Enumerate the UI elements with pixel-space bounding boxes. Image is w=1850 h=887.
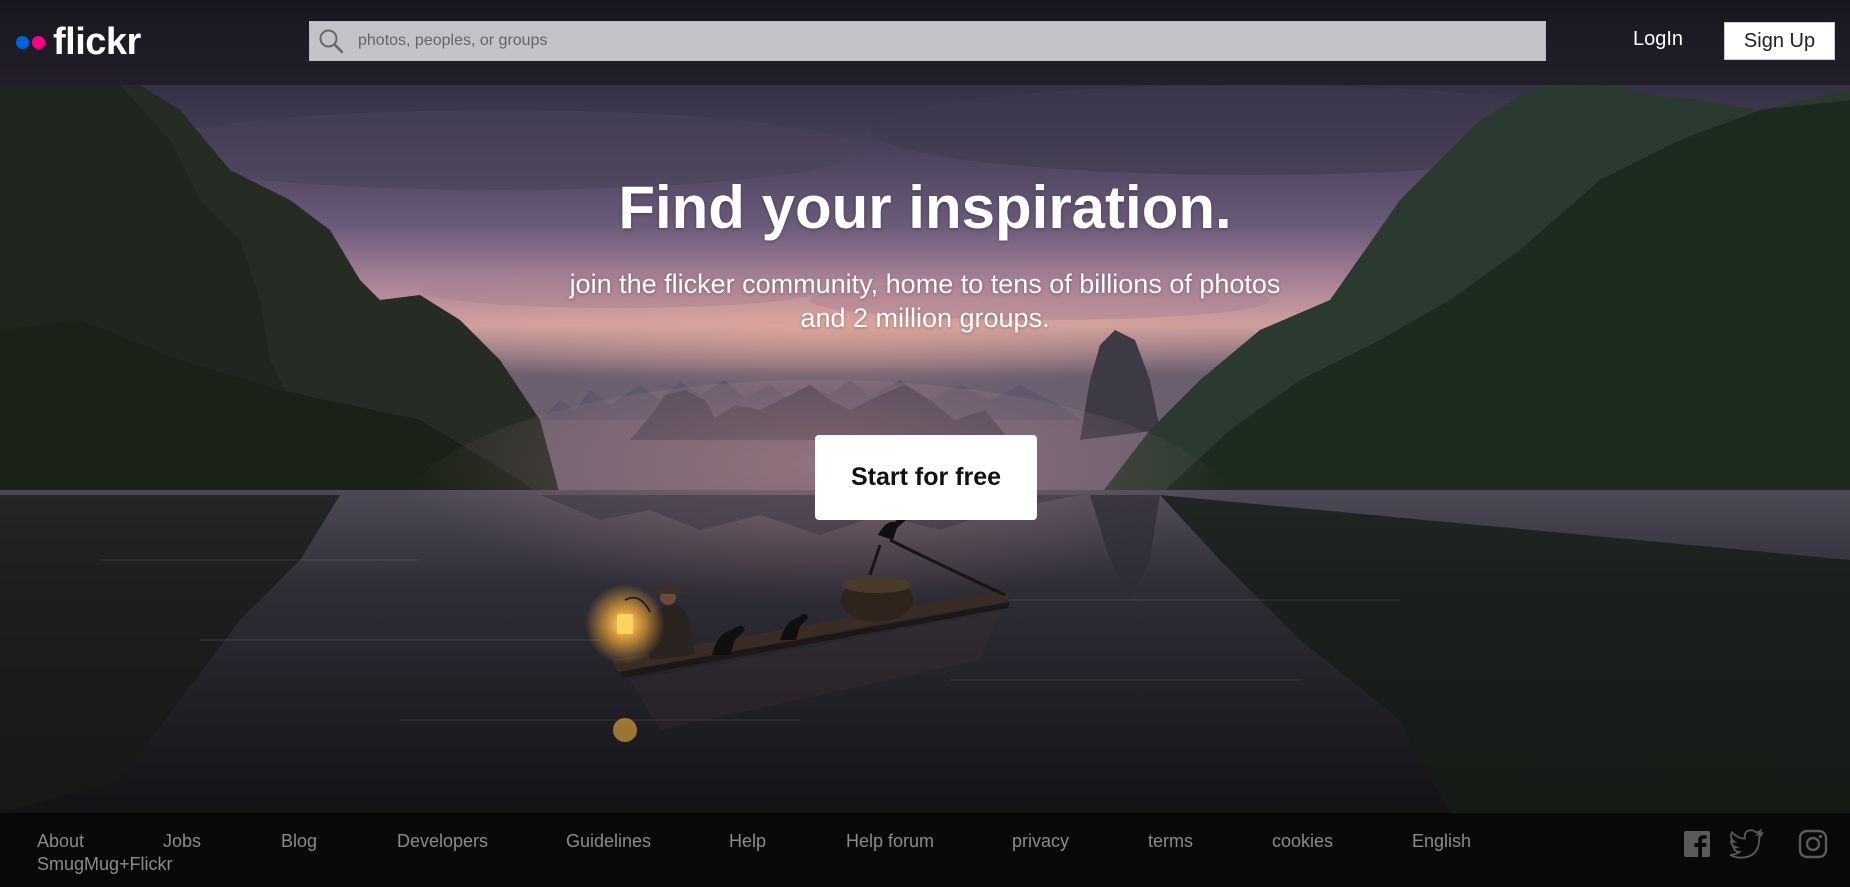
flickr-landing-page: flickr LogIn Sign Up Find your inspirati… (0, 0, 1850, 887)
social-links (1650, 827, 1850, 863)
pink-dot (32, 35, 45, 49)
instagram-icon[interactable] (1796, 827, 1830, 861)
twitter-icon[interactable] (1730, 827, 1764, 861)
sign-up-button[interactable]: Sign Up (1724, 22, 1835, 60)
footer-link-developers[interactable]: Developers (397, 831, 488, 852)
footer-link-jobs[interactable]: Jobs (163, 831, 201, 852)
top-navigation-bar: flickr LogIn Sign Up (0, 0, 1850, 85)
hero-title: Find your inspiration. (618, 174, 1232, 241)
login-link[interactable]: LogIn (1633, 28, 1683, 51)
footer-link-privacy[interactable]: privacy (1012, 831, 1069, 852)
footer-link-about[interactable]: About (37, 831, 84, 852)
logo-text: flickr (53, 21, 141, 63)
flickr-logo[interactable]: flickr (16, 20, 141, 64)
hero-background (0, 0, 1850, 813)
footer-link-terms[interactable]: terms (1148, 831, 1193, 852)
hero-subtitle: join the flicker community, home to tens… (569, 269, 1281, 333)
footer-link-language[interactable]: English (1412, 831, 1471, 852)
flickr-dots-icon (16, 35, 45, 49)
footer-link-guidelines[interactable]: Guidelines (566, 831, 651, 852)
search-icon[interactable] (312, 22, 350, 60)
search-bar[interactable] (309, 21, 1546, 61)
facebook-icon[interactable] (1680, 827, 1714, 861)
footer-link-help[interactable]: Help (729, 831, 766, 852)
blue-dot (16, 35, 29, 49)
search-input[interactable] (350, 23, 1545, 59)
footer: About Jobs Blog Developers Guidelines He… (0, 813, 1850, 887)
landscape-photo (0, 0, 1850, 813)
footer-link-blog[interactable]: Blog (281, 831, 317, 852)
footer-link-help-forum[interactable]: Help forum (846, 831, 934, 852)
footer-link-cookies[interactable]: cookies (1272, 831, 1333, 852)
start-for-free-button[interactable]: Start for free (815, 435, 1037, 520)
footer-links: About Jobs Blog Developers Guidelines He… (37, 831, 1517, 881)
footer-link-smugmug[interactable]: SmugMug+Flickr (37, 854, 173, 875)
